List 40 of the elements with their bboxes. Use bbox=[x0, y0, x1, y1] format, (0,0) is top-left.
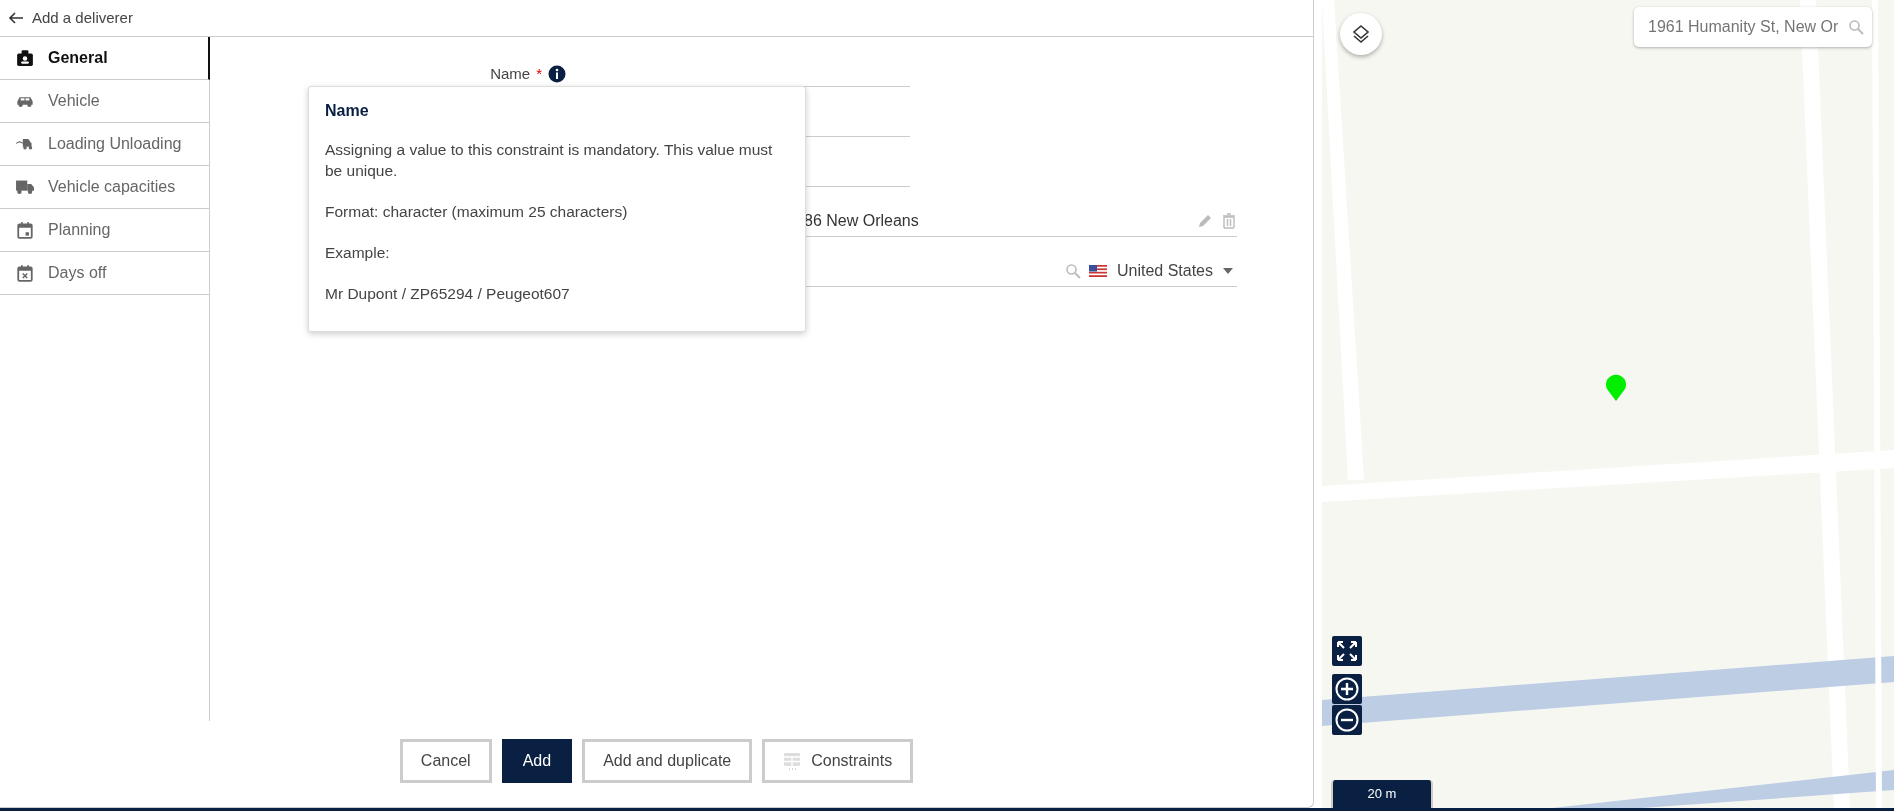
scale-bar: 20 m bbox=[1331, 780, 1433, 808]
table-icon bbox=[783, 752, 802, 770]
fullscreen-button[interactable] bbox=[1332, 636, 1362, 666]
plus-icon bbox=[1335, 677, 1359, 701]
field-label: Name bbox=[490, 63, 531, 84]
tooltip-text: Mr Dupont / ZP65294 / Peugeot607 bbox=[325, 283, 571, 304]
map-search-field[interactable]: 1961 Humanity St, New Or bbox=[1634, 7, 1872, 47]
zoom-in-button[interactable] bbox=[1332, 674, 1362, 704]
sidebar-item[interactable]: General bbox=[0, 37, 210, 80]
tooltip-text: Assigning a value to this constraint is mandatory. This value must be unique. bbox=[325, 140, 774, 182]
tooltip-text: Format: character (maximum 25 characters) bbox=[325, 202, 629, 223]
truck-icon bbox=[16, 180, 34, 194]
flag-icon bbox=[1088, 264, 1107, 277]
calendar-icon bbox=[16, 221, 34, 239]
sidebar-item[interactable]: Vehicle bbox=[0, 80, 209, 123]
car-icon bbox=[16, 95, 34, 107]
tooltip-title: Name bbox=[325, 101, 370, 121]
calendar-x-icon bbox=[16, 264, 34, 282]
sidebar-item[interactable]: Vehicle capacities bbox=[0, 166, 209, 209]
required-mark: * bbox=[536, 63, 542, 84]
info-icon[interactable] bbox=[548, 64, 566, 83]
zoom-out-button[interactable] bbox=[1332, 705, 1362, 735]
minus-icon bbox=[1335, 708, 1359, 732]
country-select[interactable]: United States bbox=[1088, 258, 1237, 283]
sidebar-item[interactable]: Planning bbox=[0, 209, 209, 252]
tooltip-text: Example: bbox=[325, 242, 391, 263]
sidebar-item[interactable]: Loading Unloading bbox=[0, 123, 209, 166]
action-button[interactable]: Add and duplicate bbox=[582, 739, 753, 783]
map-pin-icon bbox=[1605, 374, 1627, 402]
page-title: Add a deliverer bbox=[32, 7, 133, 28]
action-button[interactable]: Cancel bbox=[399, 739, 492, 783]
layers-icon bbox=[1351, 24, 1371, 44]
back-arrow-icon[interactable] bbox=[8, 10, 24, 26]
expand-icon bbox=[1336, 640, 1358, 662]
constraints-button[interactable]: Constraints bbox=[762, 739, 914, 783]
badge-icon bbox=[16, 49, 34, 67]
add-button[interactable]: Add bbox=[501, 739, 573, 783]
caret-icon bbox=[1223, 267, 1233, 274]
sidebar-item[interactable]: Days off bbox=[0, 252, 209, 295]
truck-arrow-icon bbox=[16, 138, 34, 150]
